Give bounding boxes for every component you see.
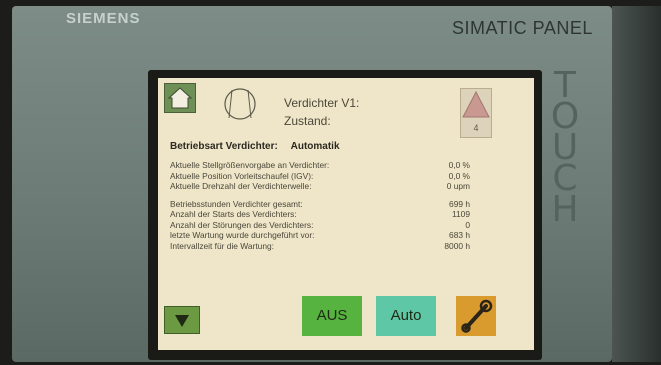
wrench-icon [456, 299, 496, 340]
list-item: Aktuelle Stellgrößenvorgabe an Verdichte… [170, 160, 470, 171]
scroll-down-button[interactable] [164, 306, 200, 334]
aus-button[interactable]: AUS [302, 296, 362, 336]
row-value: 1109 [451, 209, 470, 219]
list-item: Anzahl der Störungen des Verdichters: 0 [170, 220, 470, 231]
state-label: Zustand: [284, 114, 331, 128]
down-arrow-icon [165, 315, 199, 337]
list-item: Anzahl der Starts des Verdichters: 1109 [170, 209, 470, 220]
list-item: Intervallzeit für die Wartung: 8000 h [170, 241, 470, 252]
panel-model-label: SIMATIC PANEL [452, 18, 593, 38]
row-label: Aktuelle Drehzahl der Verdichterwelle: [170, 181, 312, 191]
panel-side [612, 6, 661, 362]
row-value: 0 upm [446, 181, 470, 191]
tools-button[interactable] [456, 296, 496, 336]
status-list: Aktuelle Stellgrößenvorgabe an Verdichte… [170, 160, 470, 251]
brand-logo: SIEMENS [66, 10, 141, 27]
list-item: Aktuelle Position Vorleitschaufel (IGV):… [170, 171, 470, 182]
row-value: 0,0 % [448, 160, 470, 170]
list-item: letzte Wartung wurde durchgeführt vor: 6… [170, 230, 470, 241]
row-value: 0,0 % [448, 170, 470, 181]
row-label: Aktuelle Stellgrößenvorgabe an Verdichte… [170, 160, 330, 170]
auto-button[interactable]: Auto [376, 296, 436, 336]
home-button[interactable] [164, 83, 196, 113]
compressor-title: Verdichter V1: [284, 96, 360, 110]
alarm-count: 4 [473, 123, 479, 133]
home-icon [165, 87, 195, 116]
operating-mode-label: Betriebsart Verdichter: [170, 141, 278, 152]
row-value: 699 h [449, 198, 470, 209]
row-label: Betriebsstunden Verdichter gesamt: [170, 198, 303, 209]
row-label: Aktuelle Position Vorleitschaufel (IGV): [170, 170, 314, 181]
row-label: Anzahl der Starts des Verdichters: [170, 209, 297, 219]
operating-mode-value: Automatik [290, 141, 340, 152]
touch-label: TOUCH [550, 65, 580, 230]
compressor-header: Verdichter V1: Zustand: [284, 94, 359, 130]
operating-mode: Betriebsart Verdichter: Automatik [170, 141, 340, 152]
alarm-button[interactable]: 4 [460, 88, 492, 138]
row-value: 0 [465, 219, 470, 230]
row-value: 8000 h [444, 240, 470, 251]
list-item: Aktuelle Drehzahl der Verdichterwelle: 0… [170, 181, 470, 192]
hmi-screen: Verdichter V1: Zustand: 4 Betriebsart Ve… [158, 78, 534, 350]
compressor-icon [222, 86, 258, 127]
row-label: Intervallzeit für die Wartung: [170, 240, 274, 251]
row-label: letzte Wartung wurde durchgeführt vor: [170, 230, 315, 240]
row-value: 683 h [449, 230, 470, 240]
list-item: Betriebsstunden Verdichter gesamt: 699 h [170, 199, 470, 210]
row-label: Anzahl der Störungen des Verdichters: [170, 219, 314, 230]
